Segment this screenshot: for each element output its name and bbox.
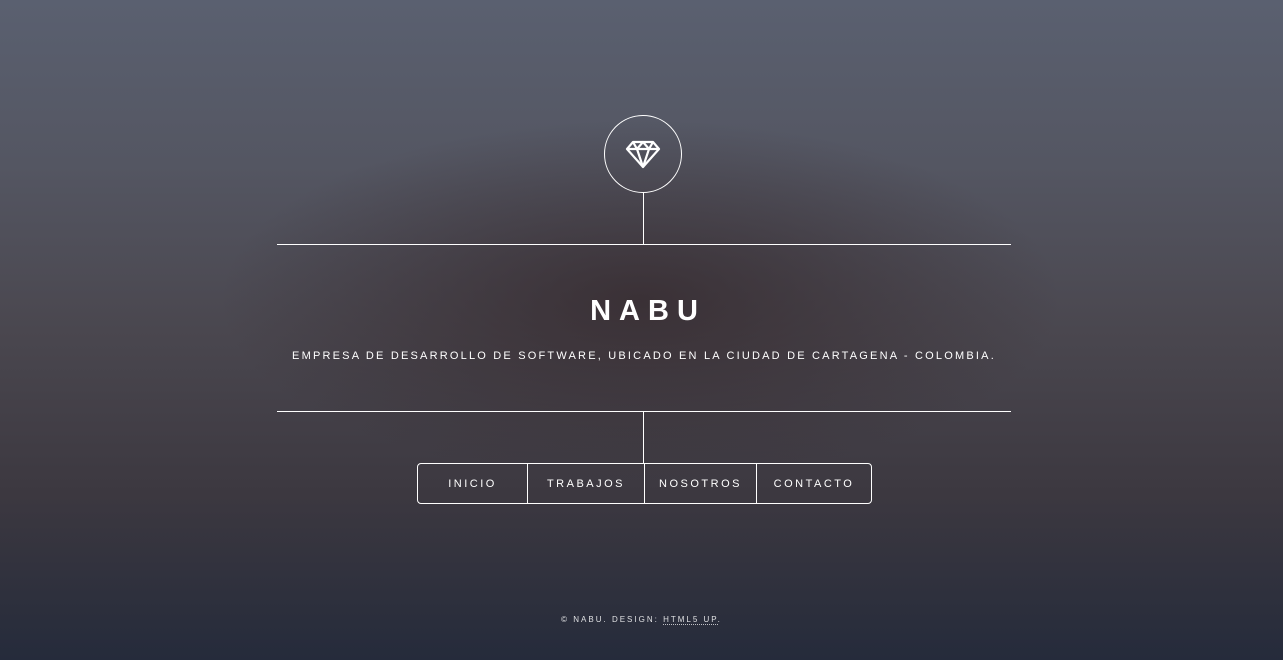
footer-period: .: [717, 615, 722, 624]
divider-top: [277, 244, 1011, 245]
main-nav: INICIO TRABAJOS NOSOTROS CONTACTO: [417, 463, 872, 504]
nav-item-trabajos[interactable]: TRABAJOS: [527, 464, 644, 503]
connector-line-bottom: [643, 411, 644, 464]
diamond-icon: [625, 140, 661, 169]
page-title: NABU: [590, 295, 706, 327]
logo-circle: [604, 115, 682, 193]
nav-item-nosotros[interactable]: NOSOTROS: [644, 464, 756, 503]
footer-copyright: © NABU. DESIGN:: [561, 615, 659, 624]
connector-line-top: [643, 193, 644, 245]
page-subtitle: EMPRESA DE DESARROLLO DE SOFTWARE, UBICA…: [292, 350, 996, 362]
footer-design-link[interactable]: HTML5 UP: [663, 615, 718, 625]
page: NABU EMPRESA DE DESARROLLO DE SOFTWARE, …: [0, 0, 1283, 660]
nav-item-inicio[interactable]: INICIO: [418, 464, 527, 503]
divider-bottom: [277, 411, 1011, 412]
footer: © NABU. DESIGN: HTML5 UP.: [0, 614, 1283, 626]
nav-item-contacto[interactable]: CONTACTO: [756, 464, 871, 503]
